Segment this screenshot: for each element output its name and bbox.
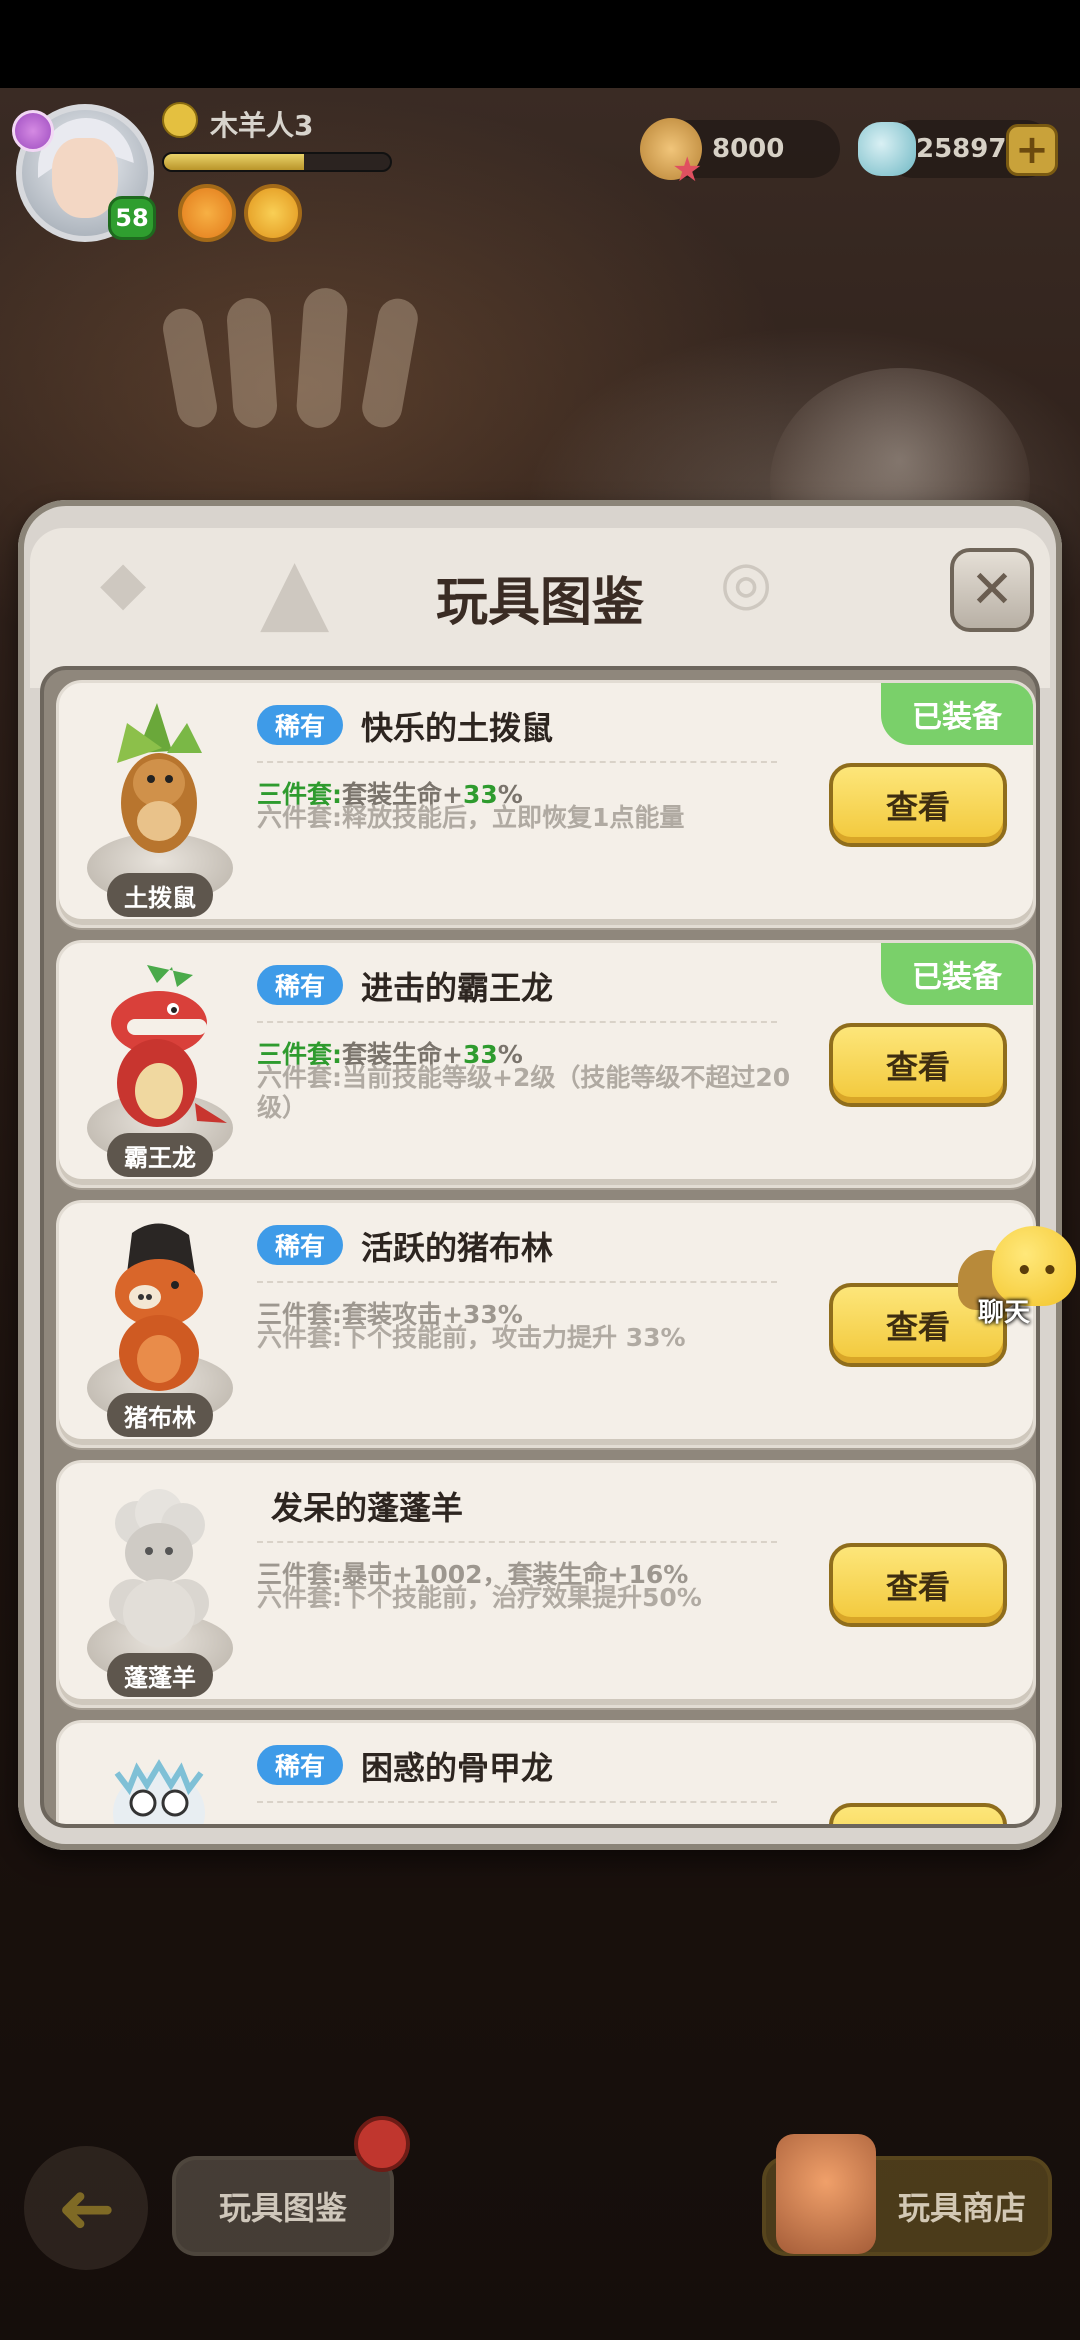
bell-icon <box>354 2116 410 2172</box>
view-button[interactable]: 查看 <box>829 1023 1007 1107</box>
toy-card: 土拨鼠 稀有 快乐的土拨鼠 三件套:套装生命+33% 六件套:释放技能后，立即恢… <box>56 680 1036 928</box>
toy-card: 稀有 困惑的骨甲龙 查看 <box>56 1720 1036 1824</box>
toy-card: 蓬蓬羊 发呆的蓬蓬羊 三件套:暴击+1002，套装生命+16% 六件套:下个技能… <box>56 1460 1036 1708</box>
buff-icon-2[interactable] <box>244 184 302 242</box>
set6-bonus: 六件套:当前技能等级+2级（技能等级不超过20级） <box>257 1063 791 1122</box>
panel-title: 玩具图鉴 <box>435 573 644 633</box>
toy-guide-tab[interactable]: 玩具图鉴 <box>172 2156 394 2256</box>
add-gems-button[interactable]: + <box>1006 124 1058 176</box>
xp-fill <box>164 154 305 170</box>
rarity-badge: 稀有 <box>257 1745 343 1785</box>
close-button[interactable]: ✕ <box>950 548 1034 632</box>
groundhog-toy-icon <box>117 703 202 853</box>
toy-label: 土拨鼠 <box>107 873 213 917</box>
rarity-badge: 稀有 <box>257 965 343 1005</box>
gem-icon <box>858 122 916 176</box>
chat-face-icon: • • <box>1016 1256 1059 1286</box>
toy-name: 困惑的骨甲龙 <box>361 1749 554 1787</box>
toy-card: 猪布林 稀有 活跃的猪布林 三件套:套装攻击+33% 六件套:下个技能前，攻击力… <box>56 1200 1036 1448</box>
trex-toy-icon <box>111 965 227 1127</box>
starfish-icon: ★ <box>672 150 703 190</box>
equipped-tag: 已装备 <box>881 943 1033 1005</box>
bone-decor <box>359 295 421 431</box>
set6-bonus: 六件套:下个技能前，治疗效果提升50% <box>257 1583 702 1612</box>
set6-bonus: 六件套:释放技能后，立即恢复1点能量 <box>257 803 685 832</box>
set6-bonus: 六件套:下个技能前，攻击力提升 33% <box>257 1323 686 1352</box>
toy-card: 霸王龙 稀有 进击的霸王龙 三件套:套装生命+33% 六件套:当前技能等级+2级… <box>56 940 1036 1188</box>
toy-name: 快乐的土拨鼠 <box>361 709 554 747</box>
emoji-icon <box>162 102 198 138</box>
toy-name: 发呆的蓬蓬羊 <box>271 1489 464 1527</box>
toy-list[interactable]: 土拨鼠 稀有 快乐的土拨鼠 三件套:套装生命+33% 六件套:释放技能后，立即恢… <box>40 666 1040 1828</box>
bone-decor <box>225 296 279 430</box>
buff-icon[interactable] <box>178 184 236 242</box>
sheep-toy-icon <box>109 1489 209 1647</box>
ankylosaur-toy-icon <box>113 1759 205 1824</box>
toy-shop-icon <box>776 2134 876 2254</box>
toy-label: 霸王龙 <box>107 1133 213 1177</box>
toy-shop-label: 玩具商店 <box>897 2189 1026 2227</box>
gold-value: 8000 <box>712 134 785 164</box>
player-name: 木羊人3 <box>210 109 314 142</box>
boar-toy-icon <box>115 1223 203 1391</box>
equipped-tag: 已装备 <box>881 683 1033 745</box>
view-button[interactable]: 查看 <box>829 1543 1007 1627</box>
toy-name: 活跃的猪布林 <box>361 1229 554 1267</box>
toy-label: 猪布林 <box>107 1393 213 1437</box>
divider <box>257 1801 777 1803</box>
toy-name: 进击的霸王龙 <box>361 969 554 1007</box>
view-button[interactable]: 查看 <box>829 1803 1007 1824</box>
divider <box>257 1021 777 1023</box>
toy-label: 蓬蓬羊 <box>107 1653 213 1697</box>
level-badge: 58 <box>108 196 156 240</box>
xp-bar <box>162 152 392 172</box>
back-arrow-glyph: ➜ <box>56 2167 116 2249</box>
view-button[interactable]: 查看 <box>829 763 1007 847</box>
rarity-badge: 稀有 <box>257 1225 343 1265</box>
divider <box>257 761 777 763</box>
divider <box>257 1541 777 1543</box>
rarity-badge: 稀有 <box>257 705 343 745</box>
divider <box>257 1281 777 1283</box>
chat-label[interactable]: 聊天 <box>978 1292 1030 1329</box>
bone-decor <box>159 305 221 431</box>
back-arrow-icon[interactable]: ➜ <box>24 2146 148 2270</box>
bone-decor <box>295 286 349 430</box>
flower-badge-icon <box>12 110 54 152</box>
